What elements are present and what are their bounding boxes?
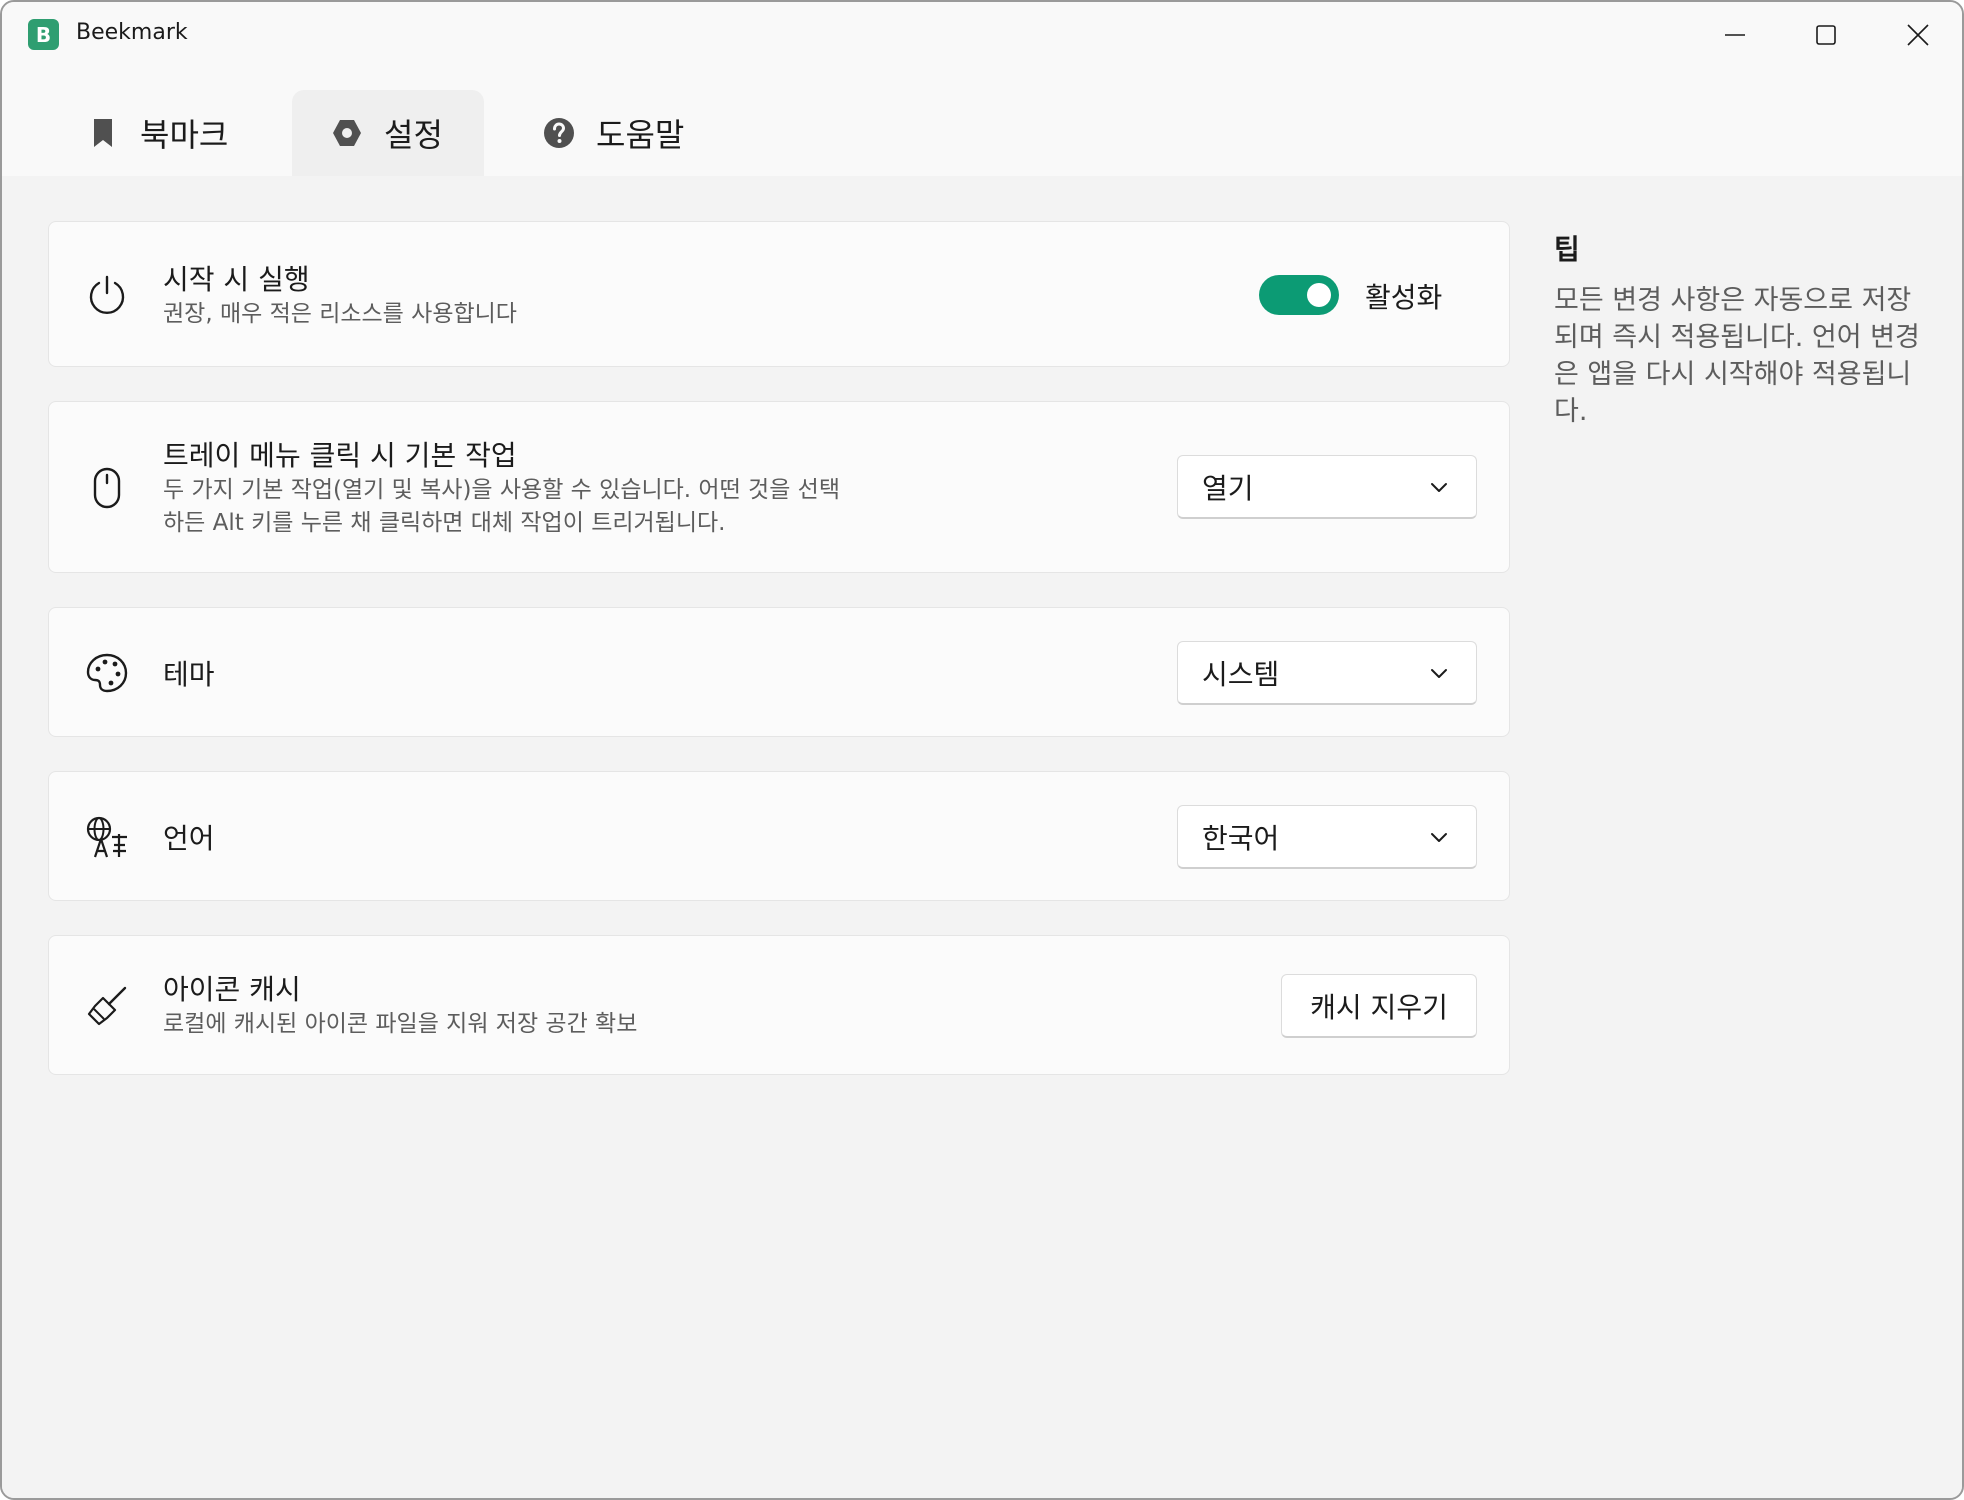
startup-setting-card: 시작 시 실행 권장, 매우 적은 리소스를 사용합니다 활성화: [48, 221, 1510, 367]
tab-settings[interactable]: 설정: [292, 90, 484, 176]
tip-title: 팁: [1554, 233, 1580, 266]
clear-cache-button[interactable]: 캐시 지우기: [1281, 974, 1477, 1038]
bookmark-icon: [86, 116, 120, 150]
mouse-icon: [85, 466, 129, 510]
theme-setting-card: 테마 시스템: [48, 607, 1510, 737]
tray-action-description-line1: 두 가지 기본 작업(열기 및 복사)을 사용할 수 있습니다. 어떤 것을 선…: [163, 477, 840, 503]
palette-icon: [85, 651, 129, 695]
icon-cache-title: 아이콘 캐시: [163, 973, 301, 1006]
title-bar: B Beekmark: [2, 2, 1962, 68]
icon-cache-description: 로컬에 캐시된 아이콘 파일을 지워 저장 공간 확보: [163, 1011, 638, 1037]
theme-title: 테마: [163, 658, 215, 691]
maximize-icon: [1816, 25, 1836, 45]
tray-action-setting-card: 트레이 메뉴 클릭 시 기본 작업 두 가지 기본 작업(열기 및 복사)을 사…: [48, 401, 1510, 573]
toggle-knob: [1307, 283, 1331, 307]
tab-bar: 북마크 설정 도움말: [2, 68, 1962, 176]
chevron-down-icon: [1431, 483, 1447, 492]
tray-action-description-line2: 하든 Alt 키를 누른 채 클릭하면 대체 작업이 트리거됩니다.: [163, 510, 726, 536]
minimize-button[interactable]: [1690, 2, 1780, 68]
language-selected: 한국어: [1202, 822, 1280, 855]
language-dropdown[interactable]: 한국어: [1177, 805, 1477, 869]
power-icon: [85, 273, 129, 317]
startup-toggle-label: 활성화: [1365, 281, 1443, 314]
app-logo-icon: B: [28, 19, 59, 50]
close-button[interactable]: [1873, 2, 1962, 68]
app-window: B Beekmark 북마크 설정 도움말 시작 시 실행 권장, 매우 적은 …: [0, 0, 1964, 1500]
chevron-down-icon: [1431, 833, 1447, 842]
maximize-button[interactable]: [1781, 2, 1871, 68]
help-icon: [542, 116, 576, 150]
startup-toggle[interactable]: [1259, 275, 1339, 315]
chevron-down-icon: [1431, 669, 1447, 678]
language-title: 언어: [163, 822, 215, 855]
broom-icon: [85, 984, 129, 1028]
tip-body: 모든 변경 사항은 자동으로 저장되며 즉시 적용됩니다. 언어 변경은 앱을 …: [1554, 285, 1920, 427]
settings-icon: [330, 116, 364, 150]
tray-action-selected: 열기: [1202, 472, 1254, 505]
window-title: Beekmark: [76, 20, 188, 45]
language-icon: [85, 815, 129, 859]
icon-cache-setting-card: 아이콘 캐시 로컬에 캐시된 아이콘 파일을 지워 저장 공간 확보 캐시 지우…: [48, 935, 1510, 1075]
tab-bookmarks-label: 북마크: [140, 116, 229, 154]
theme-selected: 시스템: [1202, 658, 1280, 691]
tab-settings-label: 설정: [384, 116, 443, 154]
tray-action-dropdown[interactable]: 열기: [1177, 455, 1477, 519]
tab-help-label: 도움말: [596, 116, 685, 154]
minimize-icon: [1725, 34, 1745, 36]
startup-title: 시작 시 실행: [163, 263, 310, 296]
startup-description: 권장, 매우 적은 리소스를 사용합니다: [163, 301, 517, 327]
tab-help[interactable]: 도움말: [522, 90, 742, 176]
app-logo-letter: B: [35, 22, 52, 47]
theme-dropdown[interactable]: 시스템: [1177, 641, 1477, 705]
close-icon: [1907, 24, 1929, 46]
tray-action-title: 트레이 메뉴 클릭 시 기본 작업: [163, 439, 517, 472]
language-setting-card: 언어 한국어: [48, 771, 1510, 901]
settings-content: 시작 시 실행 권장, 매우 적은 리소스를 사용합니다 활성화 트레이 메뉴 …: [2, 176, 1962, 1498]
tab-bookmarks[interactable]: 북마크: [66, 90, 266, 176]
